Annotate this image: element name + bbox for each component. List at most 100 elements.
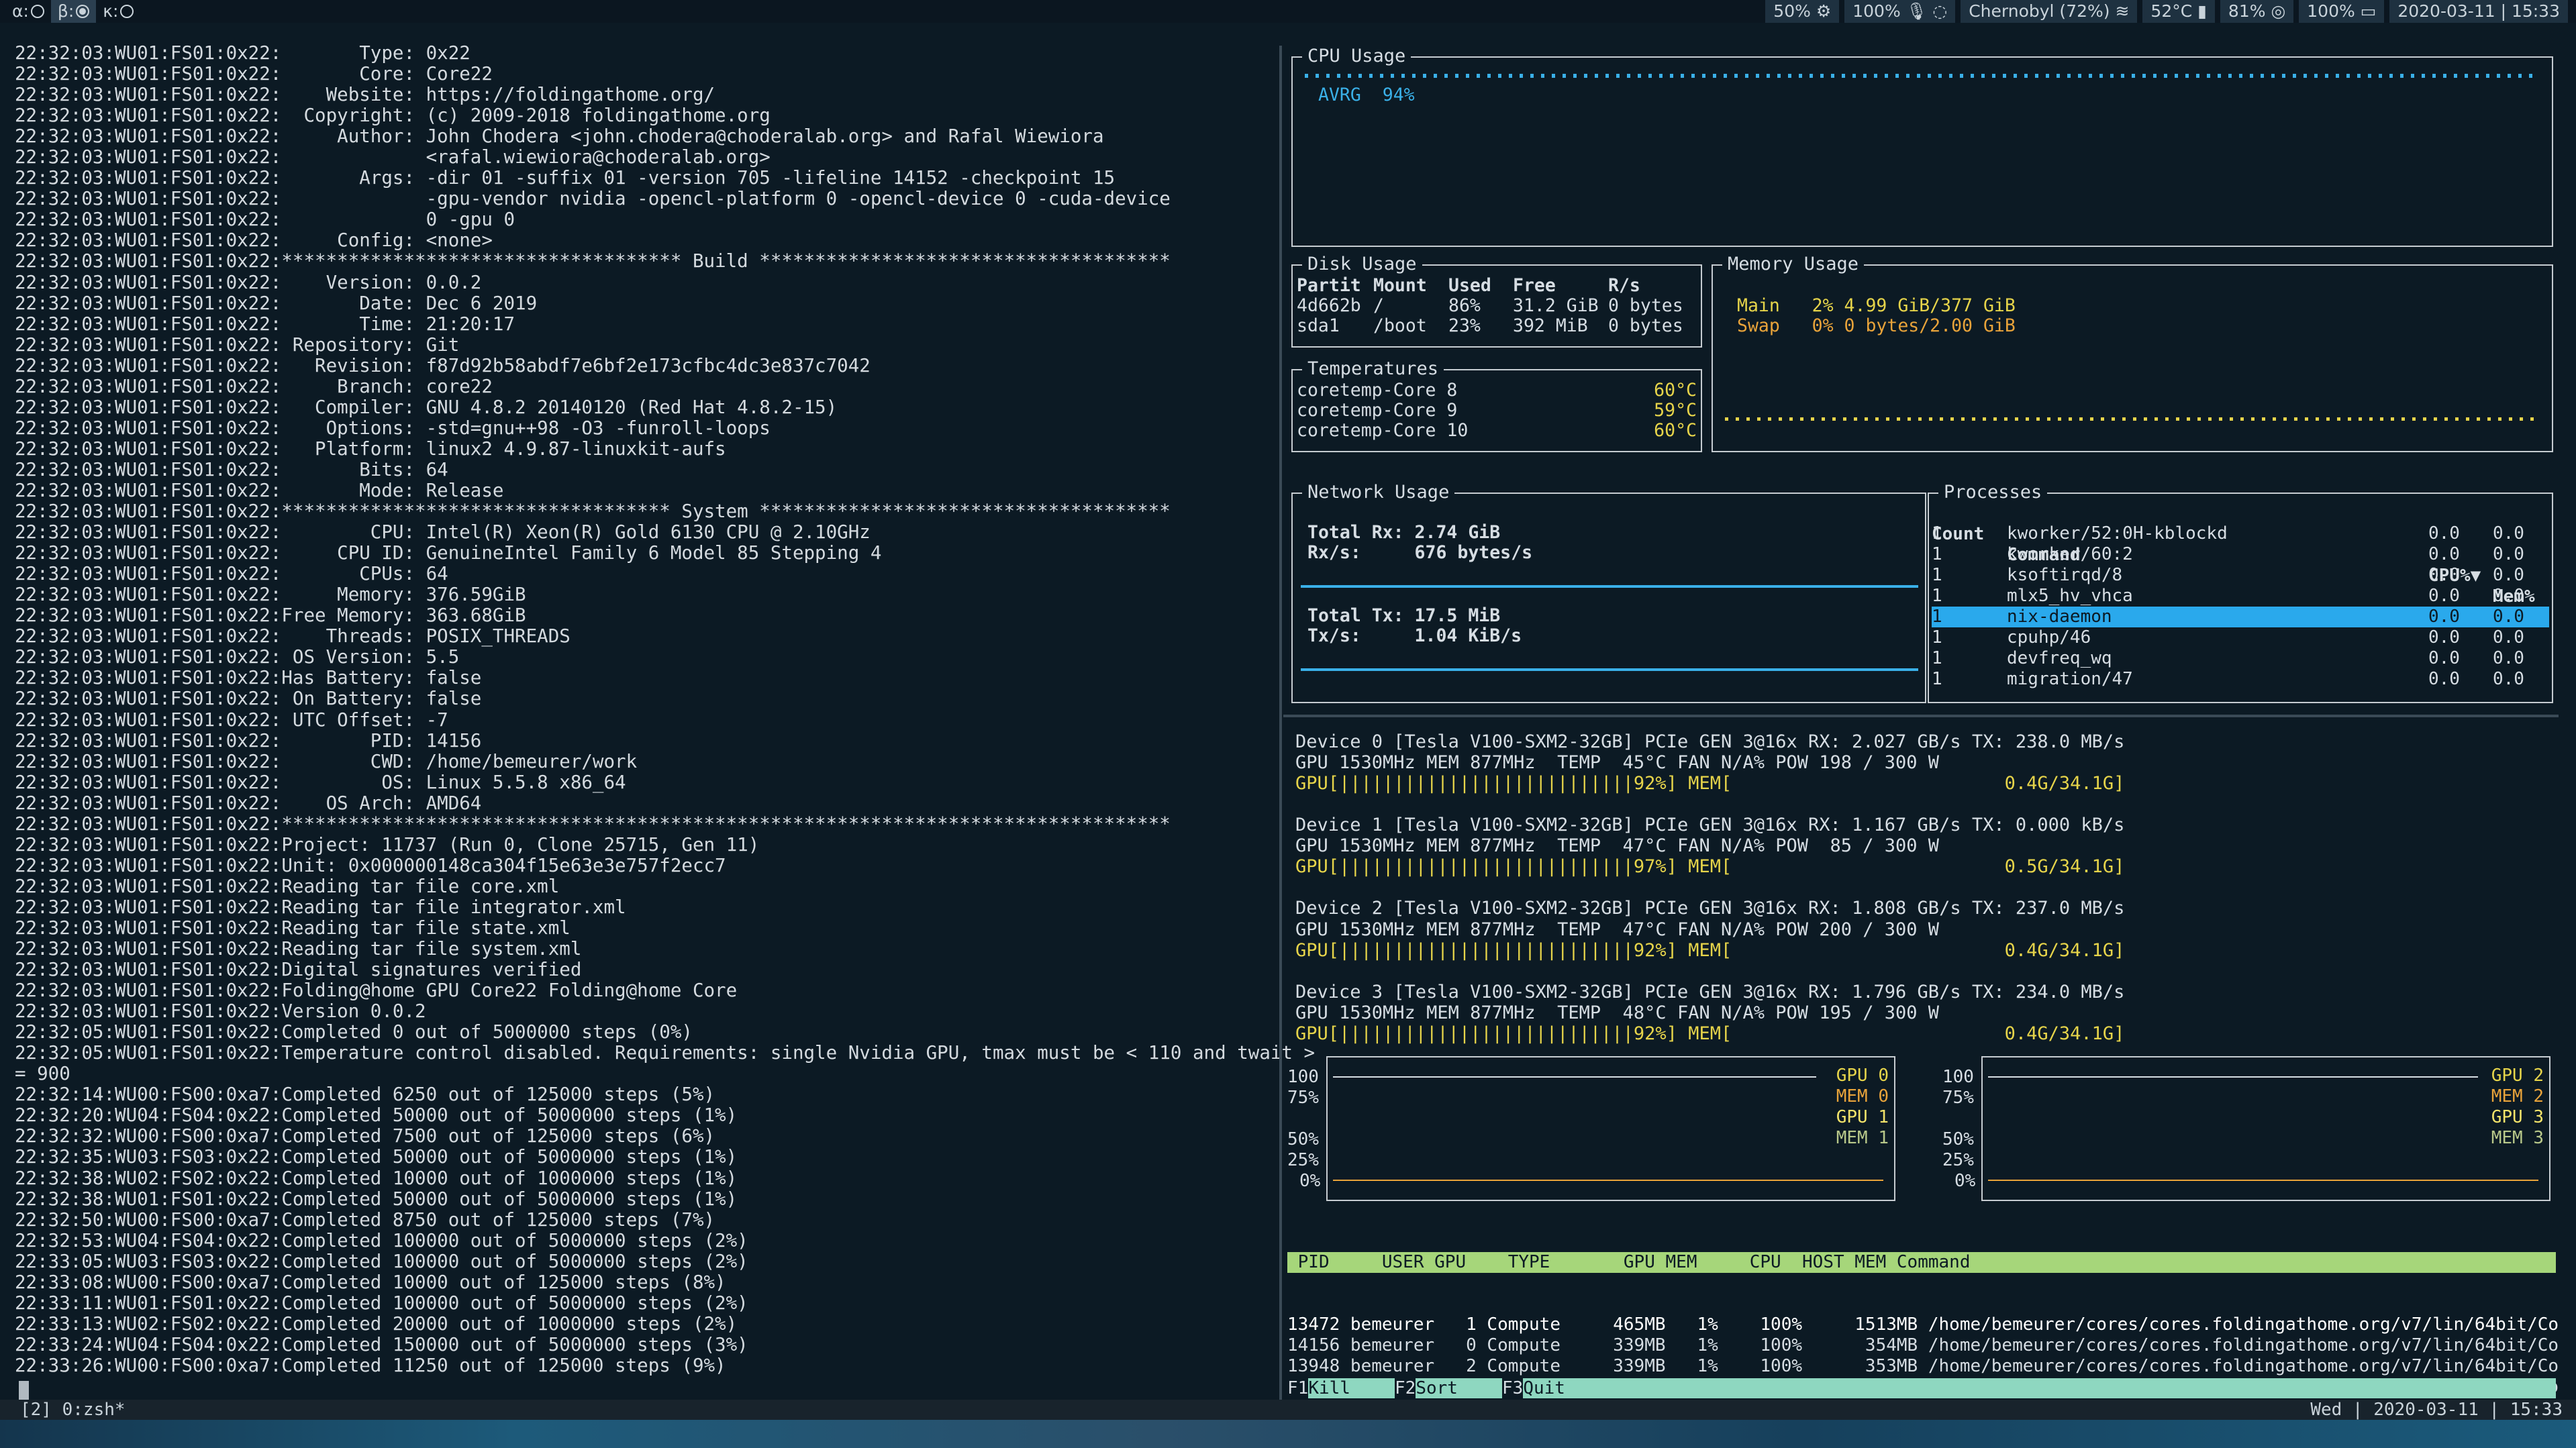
- log-line: 22:32:03:WU01:FS01:0x22:Project: 11737 (…: [15, 833, 760, 856]
- log-line: = 900: [15, 1063, 70, 1085]
- process-row-selected[interactable]: 1 nix-daemon 0.0 0.0: [1932, 607, 2549, 627]
- fkey-sort[interactable]: F2Sort: [1395, 1378, 1502, 1398]
- y-tick: 50%: [1287, 1129, 1319, 1149]
- y-tick: 100: [1287, 1067, 1319, 1087]
- network-rx-rate: Rx/s: 676 bytes/s: [1307, 542, 1533, 563]
- log-line: 22:32:03:WU01:FS01:0x22: OS Arch: AMD64: [15, 792, 482, 814]
- wifi-status[interactable]: Chernobyl (72%) ≋: [1961, 0, 2138, 23]
- memory-graph: [1725, 417, 2537, 421]
- y-tick: 0%: [1954, 1171, 1976, 1191]
- log-line: 22:32:03:WU01:FS01:0x22: Platform: linux…: [15, 437, 726, 460]
- mem-line: [1988, 1180, 2538, 1181]
- tx-graph: [1301, 668, 1918, 671]
- log-line: 22:32:03:WU01:FS01:0x22: Version: 0.0.2: [15, 271, 482, 293]
- gpu-process-row[interactable]: 13472 bemeurer 1 Compute 465MB 1% 100% 1…: [1287, 1314, 2559, 1335]
- gpu-graph-box: GPU 2 MEM 2 GPU 3 MEM 3: [1981, 1056, 2550, 1201]
- log-line: 22:32:03:WU01:FS01:0x22:****************…: [15, 501, 1171, 523]
- gpu-device-head: Device 2 [Tesla V100-SXM2-32GB] PCIe GEN…: [1295, 898, 2125, 919]
- process-row[interactable]: 1 cpuhp/46 0.0 0.0: [1932, 627, 2549, 648]
- workspace-alpha[interactable]: α:: [5, 0, 51, 23]
- fkey-quit[interactable]: F3Quit: [1502, 1378, 1609, 1398]
- log-line: 22:32:03:WU01:FS01:0x22: OS: Linux 5.5.8…: [15, 771, 626, 793]
- disk-usage-panel: Disk Usage Partit Mount Used Free R/s 4d…: [1291, 254, 1702, 348]
- log-line: 22:32:03:WU01:FS01:0x22: Bits: 64: [15, 458, 448, 480]
- gpu-process-row[interactable]: 13948 bemeurer 2 Compute 339MB 1% 100% 3…: [1287, 1356, 2559, 1377]
- battery-icon: ▭: [2360, 1, 2377, 21]
- log-line: 22:32:14:WU00:FS00:0xa7:Completed 6250 o…: [15, 1084, 715, 1106]
- log-line: 22:32:03:WU01:FS01:0x22:Reading tar file…: [15, 875, 560, 897]
- log-line: 22:32:03:WU01:FS01:0x22: Options: -std=g…: [15, 417, 771, 439]
- log-line: 22:33:11:WU01:FS01:0x22:Completed 100000…: [15, 1292, 748, 1314]
- gpu-device-bar: GPU[|||||||||||||||||||||||||||92%] MEM[…: [1295, 773, 2125, 794]
- cpu-usage-panel: CPU Usage AVRG 94%: [1291, 46, 2553, 247]
- y-tick: 0%: [1299, 1171, 1321, 1191]
- fkey-kill[interactable]: F1Kill: [1287, 1378, 1395, 1398]
- gpu-device-1: Device 1 [Tesla V100-SXM2-32GB] PCIe GEN…: [1295, 815, 2124, 877]
- y-tick: 25%: [1287, 1150, 1319, 1170]
- log-line: 22:32:03:WU01:FS01:0x22: Type: 0x22: [15, 42, 470, 64]
- legend-mem1: MEM 1: [1836, 1128, 1889, 1148]
- mem-line: [1333, 1180, 1883, 1181]
- tmux-window-list[interactable]: [2] 0:zsh*: [20, 1400, 126, 1420]
- log-line: 22:32:03:WU01:FS01:0x22: UTC Offset: -7: [15, 709, 448, 731]
- gear-icon: ⚙: [1816, 1, 1832, 21]
- y-tick: 25%: [1942, 1150, 1974, 1170]
- processes-panel[interactable]: Processes Count Command CPU%▼ Mem% 1 kwor…: [1928, 482, 2553, 703]
- log-line: 22:33:08:WU00:FS00:0xa7:Completed 10000 …: [15, 1271, 726, 1293]
- log-line: 22:32:03:WU01:FS01:0x22: CWD: /home/beme…: [15, 750, 638, 772]
- gpu-process-row[interactable]: 14156 bemeurer 0 Compute 339MB 1% 100% 3…: [1287, 1335, 2559, 1356]
- status-modules: 50% ⚙ 100% 🎙 ◌ Chernobyl (72%) ≋ 52°C ▮ …: [1760, 0, 2568, 23]
- process-row[interactable]: 1 mlx5_hv_vhca 0.0 0.0: [1932, 586, 2549, 607]
- process-row[interactable]: 1 devfreq_wq 0.0 0.0: [1932, 648, 2549, 669]
- log-line: 22:32:38:WU02:FS02:0x22:Completed 10000 …: [15, 1167, 738, 1189]
- fah-log-terminal[interactable]: 22:32:03:WU01:FS01:0x22: Type: 0x22 22:32…: [15, 42, 1315, 1398]
- gpu-device-line2: GPU 1530MHz MEM 877MHz TEMP 45°C FAN N/A…: [1295, 752, 1940, 774]
- process-row[interactable]: 1 kworker/60:2 0.0 0.0: [1932, 544, 2549, 565]
- log-line: 22:32:03:WU01:FS01:0x22: PID: 14156: [15, 729, 482, 752]
- log-line: 22:32:03:WU01:FS01:0x22:Unit: 0x00000014…: [15, 854, 726, 876]
- log-line: 22:32:03:WU01:FS01:0x22: Website: https:…: [15, 84, 715, 106]
- disk-header-mount: Mount: [1373, 275, 1427, 296]
- y-tick: 75%: [1942, 1088, 1974, 1108]
- temp-label: coretemp-Core 10: [1297, 420, 1469, 441]
- panel-title: Memory Usage: [1722, 254, 1865, 275]
- log-line: 22:32:03:WU01:FS01:0x22: Memory: 376.59G…: [15, 584, 526, 606]
- gpu-process-header: PID USER GPU TYPE GPU MEM CPU HOST MEM C…: [1287, 1252, 2556, 1274]
- gpu-device-bar: GPU[|||||||||||||||||||||||||||97%] MEM[…: [1295, 856, 2125, 878]
- log-line: 22:32:03:WU01:FS01:0x22: Compiler: GNU 4…: [15, 396, 838, 418]
- workspace-beta[interactable]: β:: [50, 0, 97, 23]
- process-row[interactable]: 1 kworker/52:0H-kblockd 0.0 0.0: [1932, 523, 2549, 544]
- pane-divider-vertical[interactable]: [1279, 46, 1282, 1401]
- y-tick: 75%: [1287, 1088, 1319, 1108]
- log-line: 22:32:03:WU01:FS01:0x22: Copyright: (c) …: [15, 105, 771, 127]
- lightbulb-icon: ◎: [2271, 1, 2286, 21]
- log-line: 22:32:03:WU01:FS01:0x22: 0 -gpu 0: [15, 209, 515, 231]
- panel-title: Disk Usage: [1302, 254, 1422, 275]
- bulb-status: 81% ◎: [2220, 0, 2294, 23]
- log-line: 22:32:03:WU01:FS01:0x22:****************…: [15, 813, 1171, 835]
- log-line: 22:32:03:WU01:FS01:0x22: Config: <none>: [15, 229, 493, 252]
- process-row[interactable]: 1 migration/47 0.0 0.0: [1932, 669, 2549, 690]
- log-line: 22:32:03:WU01:FS01:0x22:Reading tar file…: [15, 938, 582, 960]
- y-tick: 100: [1942, 1067, 1974, 1087]
- gpu-device-bar: GPU[|||||||||||||||||||||||||||92%] MEM[…: [1295, 1023, 2125, 1044]
- memory-swap: Swap 0% 0 bytes/2.00 GiB: [1737, 315, 2016, 336]
- temp-value: 60°C: [1654, 420, 1697, 441]
- log-line: 22:32:03:WU01:FS01:0x22: Revision: f87d9…: [15, 354, 871, 376]
- network-rx-total: Total Rx: 2.74 GiB: [1307, 522, 1501, 543]
- log-line: 22:32:03:WU01:FS01:0x22: CPU: Intel(R) X…: [15, 521, 871, 544]
- gpu-device-0: Device 0 [Tesla V100-SXM2-32GB] PCIe GEN…: [1295, 731, 2124, 794]
- disk-header-partit: Partit: [1297, 275, 1361, 296]
- volume-status[interactable]: 100% 🎙 ◌: [1844, 0, 1956, 23]
- process-row[interactable]: 1 ksoftirqd/8 0.0 0.0: [1932, 565, 2549, 586]
- legend-mem2: MEM 2: [2491, 1086, 2544, 1106]
- workspace-kappa[interactable]: κ:: [96, 0, 140, 23]
- panel-title: Network Usage: [1302, 482, 1455, 503]
- pane-divider-horizontal[interactable]: [1283, 715, 2559, 717]
- log-line: 22:32:03:WU01:FS01:0x22:****************…: [15, 250, 1171, 272]
- terminal-cursor: [19, 1381, 29, 1400]
- log-line: 22:32:03:WU01:FS01:0x22: Core: Core22: [15, 63, 493, 85]
- log-line: 22:32:38:WU01:FS01:0x22:Completed 50000 …: [15, 1188, 738, 1210]
- temperatures-panel: Temperatures coretemp-Core 8 60°C corete…: [1291, 358, 1702, 452]
- cpu-graph: [1305, 74, 2533, 78]
